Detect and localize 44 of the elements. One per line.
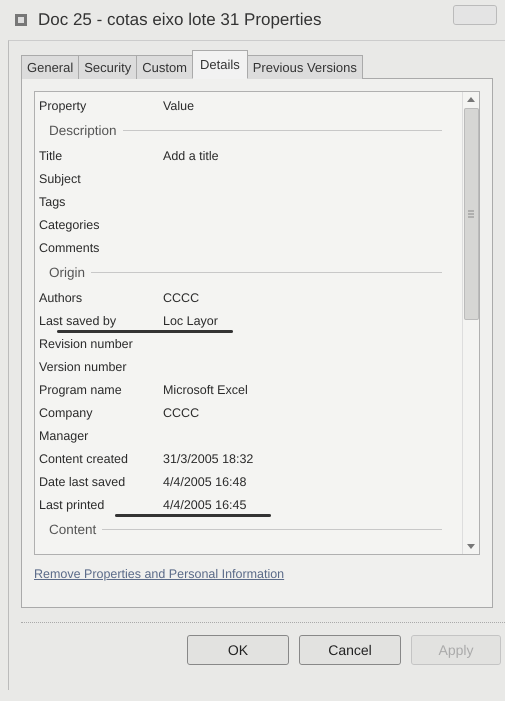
- property-value[interactable]: Microsoft Excel: [163, 382, 248, 396]
- dialog-button[interactable]: Cancel: [299, 635, 401, 665]
- property-name: Program name: [39, 382, 123, 396]
- property-value[interactable]: CCCC: [163, 290, 200, 304]
- property-name: Tags: [39, 194, 66, 208]
- column-header[interactable]: Property: [39, 98, 163, 112]
- property-value[interactable]: 4/4/2005 16:45: [163, 498, 246, 512]
- property-value[interactable]: Add a title: [163, 148, 219, 162]
- property-value[interactable]: 4/4/2005 16:48: [163, 474, 246, 488]
- scroll-down-icon[interactable]: [467, 544, 475, 550]
- scroll-up-icon[interactable]: [467, 96, 475, 102]
- document-icon: [14, 13, 28, 27]
- scrollbar[interactable]: [462, 92, 479, 554]
- property-name: Version number: [39, 360, 128, 374]
- property-name: Subject: [39, 172, 82, 186]
- property-name: Manager: [39, 428, 90, 442]
- property-name: Title: [39, 148, 64, 162]
- dialog-button[interactable]: OK: [187, 635, 289, 665]
- tab[interactable]: Security: [78, 55, 138, 79]
- close-button[interactable]: [453, 5, 497, 25]
- property-value[interactable]: Loc Layor: [163, 314, 218, 328]
- property-name: Company: [39, 406, 94, 420]
- section-header: Description: [49, 123, 117, 138]
- tab[interactable]: Details: [192, 50, 248, 79]
- column-header[interactable]: Value: [163, 98, 194, 112]
- property-name: Categories: [39, 218, 100, 232]
- tab[interactable]: General: [21, 55, 80, 79]
- property-name: Content created: [39, 452, 129, 466]
- grip-icon: [468, 210, 474, 218]
- scroll-thumb[interactable]: [464, 108, 478, 320]
- property-value[interactable]: CCCC: [163, 406, 200, 420]
- property-name: Last saved by: [39, 314, 118, 328]
- property-name: Date last saved: [39, 474, 126, 488]
- property-value[interactable]: 31/3/2005 18:32: [163, 452, 254, 466]
- tab[interactable]: Custom: [136, 55, 194, 79]
- property-name: Last printed: [39, 498, 106, 512]
- section-header: Content: [49, 522, 96, 537]
- property-name: Authors: [39, 290, 84, 304]
- remove-properties-link[interactable]: Remove Properties and Personal Information: [34, 567, 284, 581]
- window-title: Doc 25 - cotas eixo lote 31 Properties: [38, 10, 322, 30]
- property-name: Revision number: [39, 336, 134, 350]
- section-header: Origin: [49, 265, 86, 280]
- tab[interactable]: Previous Versions: [246, 55, 363, 79]
- property-name: Comments: [39, 240, 100, 254]
